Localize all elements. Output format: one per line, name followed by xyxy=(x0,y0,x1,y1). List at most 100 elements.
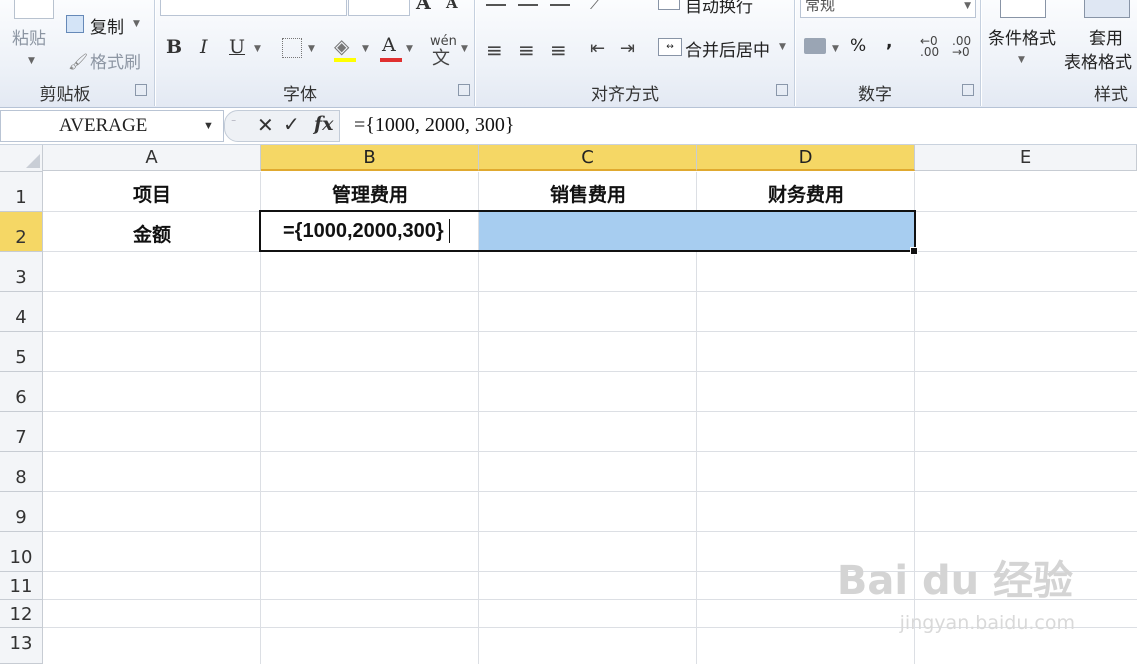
accounting-dropdown-icon[interactable]: ▼ xyxy=(832,44,839,54)
merge-center-icon: ↔ xyxy=(658,38,682,56)
gridline xyxy=(43,411,1137,412)
align-left-icon[interactable]: ≡ xyxy=(486,38,503,62)
row-header-6[interactable]: 6 xyxy=(0,372,43,412)
wrap-text-icon xyxy=(658,0,680,10)
grow-font-icon[interactable]: A xyxy=(416,0,431,14)
paste-button[interactable]: 粘贴 xyxy=(12,24,46,49)
comma-button[interactable]: , xyxy=(886,32,892,52)
align-right-icon[interactable]: ≡ xyxy=(550,38,567,62)
paste-icon[interactable] xyxy=(14,0,54,19)
border-dropdown-icon[interactable]: ▼ xyxy=(308,44,315,54)
row-header-4[interactable]: 4 xyxy=(0,292,43,332)
column-header-d[interactable]: D xyxy=(697,145,915,171)
copy-button[interactable]: 复制 xyxy=(90,13,124,38)
conditional-format-dropdown-icon[interactable]: ▼ xyxy=(1018,55,1025,65)
font-color-bar xyxy=(380,58,402,62)
orientation-icon[interactable]: ⟋ xyxy=(590,0,601,14)
paste-dropdown-icon[interactable]: ▼ xyxy=(28,56,35,66)
percent-button[interactable]: % xyxy=(850,36,866,56)
font-color-button[interactable]: A xyxy=(382,34,396,56)
format-painter-button[interactable]: 格式刷 xyxy=(90,48,141,73)
fill-color-icon[interactable]: ◈ xyxy=(334,34,349,58)
font-size-field[interactable] xyxy=(348,0,410,16)
formula-input[interactable]: ={1000, 2000, 300} xyxy=(354,114,514,137)
row-header-8[interactable]: 8 xyxy=(0,452,43,492)
wrap-text-button[interactable]: 自动换行 xyxy=(685,0,753,17)
increase-decimal-icon[interactable]: ←0.00 xyxy=(920,35,939,58)
row-header-2[interactable]: 2 xyxy=(0,212,43,252)
align-center-icon[interactable]: ≡ xyxy=(518,38,535,62)
bold-button[interactable]: B xyxy=(166,36,182,58)
row-header-13[interactable]: 13 xyxy=(0,628,43,664)
copy-dropdown-icon[interactable]: ▼ xyxy=(133,19,140,29)
group-separator xyxy=(980,0,981,106)
select-all-corner[interactable] xyxy=(0,145,43,172)
row-header-5[interactable]: 5 xyxy=(0,332,43,372)
merge-dropdown-icon[interactable]: ▼ xyxy=(779,42,786,52)
row-header-7[interactable]: 7 xyxy=(0,412,43,452)
conditional-format-button[interactable]: 条件格式 xyxy=(988,24,1056,49)
row-header-9[interactable]: 9 xyxy=(0,492,43,532)
decrease-indent-icon[interactable]: ⇤ xyxy=(590,38,605,59)
font-group-label: 字体 xyxy=(283,85,317,105)
enter-icon[interactable]: ✓ xyxy=(283,112,300,136)
number-launcher-icon[interactable] xyxy=(962,84,974,96)
font-color-dropdown-icon[interactable]: ▼ xyxy=(406,44,413,54)
phonetic-char: 文 xyxy=(432,48,450,69)
table-format-icon xyxy=(1084,0,1130,18)
splitter-handle-icon[interactable]: ⁻ xyxy=(231,118,236,129)
name-box-dropdown-icon[interactable]: ▼ xyxy=(203,120,214,132)
number-format-dropdown-icon[interactable]: ▼ xyxy=(964,1,971,11)
gridline xyxy=(43,531,1137,532)
underline-button[interactable]: U xyxy=(229,36,245,58)
decrease-decimal-icon[interactable]: .00 →0 xyxy=(952,35,971,58)
group-separator xyxy=(154,0,155,106)
phonetic-dropdown-icon[interactable]: ▼ xyxy=(461,44,468,54)
column-header-b[interactable]: B xyxy=(261,145,479,171)
group-separator xyxy=(794,0,795,106)
table-format-line2[interactable]: 表格格式 xyxy=(1064,48,1132,73)
fill-dropdown-icon[interactable]: ▼ xyxy=(362,44,369,54)
italic-button[interactable]: I xyxy=(200,36,208,58)
accounting-icon[interactable] xyxy=(804,38,826,54)
baidu-watermark-logo: Bai du 经验 xyxy=(836,558,1073,604)
cell-d1[interactable]: 财务费用 xyxy=(697,180,915,207)
underline-dropdown-icon[interactable]: ▼ xyxy=(254,44,261,54)
middle-align-icon[interactable] xyxy=(518,0,538,6)
gridline xyxy=(43,291,1137,292)
cell-c1[interactable]: 销售费用 xyxy=(479,180,697,207)
column-header-a[interactable]: A xyxy=(43,145,261,171)
cancel-icon[interactable]: ✕ xyxy=(257,113,274,137)
cell-b1[interactable]: 管理费用 xyxy=(261,180,479,207)
styles-group-label: 样式 xyxy=(1094,85,1128,105)
table-format-line1[interactable]: 套用 xyxy=(1089,24,1123,49)
row-header-12[interactable]: 12 xyxy=(0,600,43,628)
border-icon[interactable] xyxy=(282,38,302,58)
column-header-e[interactable]: E xyxy=(915,145,1137,171)
increase-indent-icon[interactable]: ⇥ xyxy=(620,38,635,59)
clipboard-launcher-icon[interactable] xyxy=(135,84,147,96)
font-launcher-icon[interactable] xyxy=(458,84,470,96)
column-header-c[interactable]: C xyxy=(479,145,697,171)
row-header-3[interactable]: 3 xyxy=(0,252,43,292)
number-format-field[interactable]: 常规 ▼ xyxy=(800,0,976,18)
top-align-icon[interactable] xyxy=(486,0,506,6)
merge-center-button[interactable]: 合并后居中 xyxy=(685,36,770,61)
row-header-10[interactable]: 10 xyxy=(0,532,43,572)
gridline xyxy=(43,451,1137,452)
cell-b2-editing[interactable]: ={1000,2000,300} xyxy=(283,220,444,243)
corner-triangle-icon xyxy=(26,154,40,168)
row-header-11[interactable]: 11 xyxy=(0,572,43,600)
insert-function-button[interactable]: fx xyxy=(314,113,334,135)
conditional-format-icon xyxy=(1000,0,1046,18)
gridline xyxy=(43,491,1137,492)
font-name-field[interactable] xyxy=(160,0,347,16)
cell-a1[interactable]: 项目 xyxy=(43,180,261,207)
row-header-1[interactable]: 1 xyxy=(0,172,43,212)
alignment-launcher-icon[interactable] xyxy=(776,84,788,96)
fill-handle[interactable] xyxy=(910,247,918,255)
bottom-align-icon[interactable] xyxy=(550,0,570,6)
cell-a2[interactable]: 金额 xyxy=(43,220,261,247)
name-box[interactable]: AVERAGE ▼ xyxy=(0,110,224,142)
shrink-font-icon[interactable]: A xyxy=(446,0,458,12)
